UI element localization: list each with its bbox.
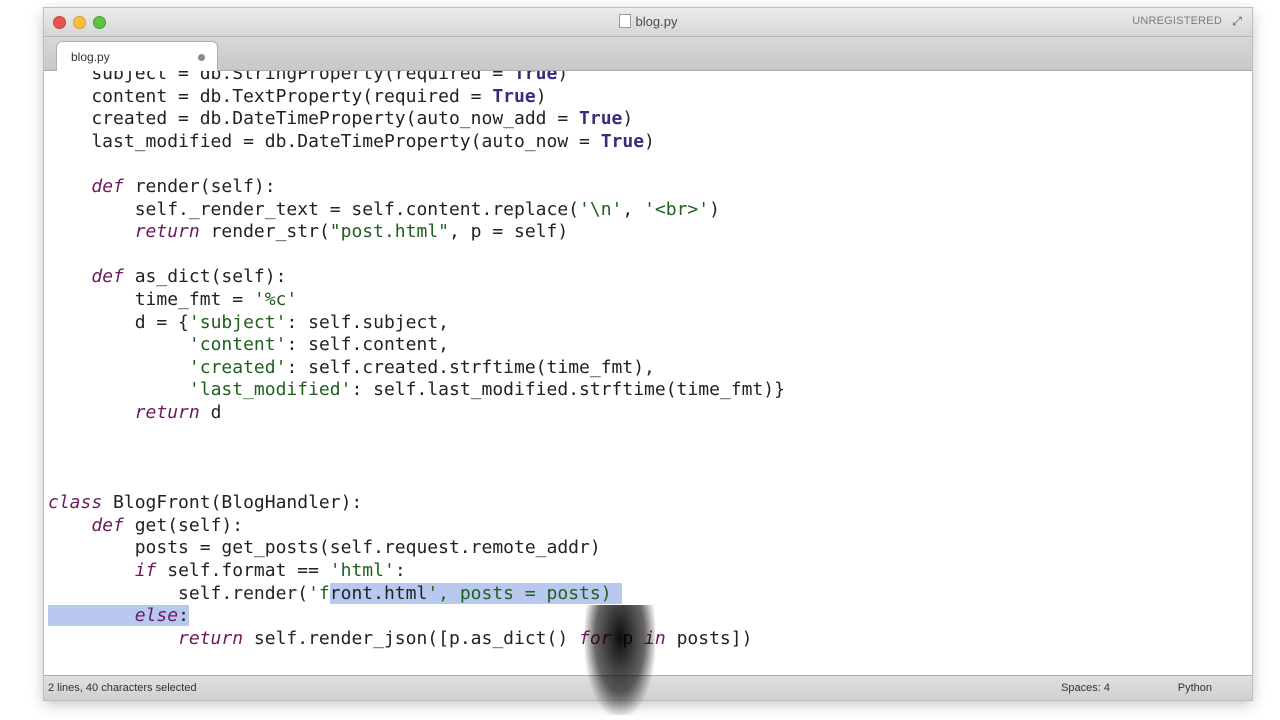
code-line: 'content': self.content,	[188, 334, 449, 356]
license-status: UNREGISTERED	[1132, 15, 1222, 27]
code-line: self._render_text = self.content.replace…	[48, 198, 720, 220]
code-line: 'created': self.created.strftime(time_fm…	[188, 356, 655, 378]
code-line: if self.format == 'html':	[134, 560, 406, 582]
tab-bar: blog.py	[44, 37, 1252, 71]
window-title-text: blog.py	[635, 14, 678, 29]
code-line: else:	[48, 605, 785, 628]
code-line: 'last_modified': self.last_modified.strf…	[188, 379, 785, 401]
code-line: return d	[134, 401, 222, 423]
code-line: return self.render_json([p.as_dict() for…	[178, 627, 753, 649]
code-line: self.render('front.html', posts = posts)	[48, 582, 785, 606]
code-line: last_modified = db.DateTimeProperty(auto…	[48, 130, 655, 152]
code-line: posts = get_posts(self.request.remote_ad…	[48, 537, 601, 559]
status-bar: 2 lines, 40 characters selected Spaces: …	[44, 675, 1252, 700]
title-bar: blog.py UNREGISTERED ⤢	[44, 8, 1252, 37]
editor-window: blog.py UNREGISTERED ⤢ blog.py subject =…	[44, 8, 1252, 700]
code-line: class BlogFront(BlogHandler):	[48, 492, 363, 514]
code-line: time_fmt = '%c'	[48, 288, 298, 310]
window-title: blog.py	[44, 14, 1252, 29]
code-editor[interactable]: subject = db.StringProperty(required = T…	[44, 71, 1252, 675]
document-icon	[618, 14, 631, 28]
indentation-setting[interactable]: Spaces: 4	[1061, 682, 1110, 694]
selection-status: 2 lines, 40 characters selected	[48, 682, 197, 694]
unsaved-dot-icon[interactable]	[198, 54, 205, 61]
code-text: subject = db.StringProperty(required = T…	[48, 71, 785, 650]
tab-label: blog.py	[71, 50, 110, 64]
code-line: content = db.TextProperty(required = Tru…	[48, 85, 547, 107]
code-line: return render_str("post.html", p = self)	[134, 221, 569, 243]
code-line: subject = db.StringProperty(required = T…	[48, 71, 569, 84]
code-line: d = {'subject': self.subject,	[48, 311, 449, 333]
code-line: def render(self):	[91, 175, 276, 197]
fullscreen-icon[interactable]: ⤢	[1230, 14, 1244, 28]
syntax-selector[interactable]: Python	[1178, 682, 1212, 694]
code-line: created = db.DateTimeProperty(auto_now_a…	[48, 108, 634, 130]
tab-blog-py[interactable]: blog.py	[56, 41, 218, 71]
code-line: def get(self):	[91, 514, 244, 536]
code-line: def as_dict(self):	[91, 266, 287, 288]
